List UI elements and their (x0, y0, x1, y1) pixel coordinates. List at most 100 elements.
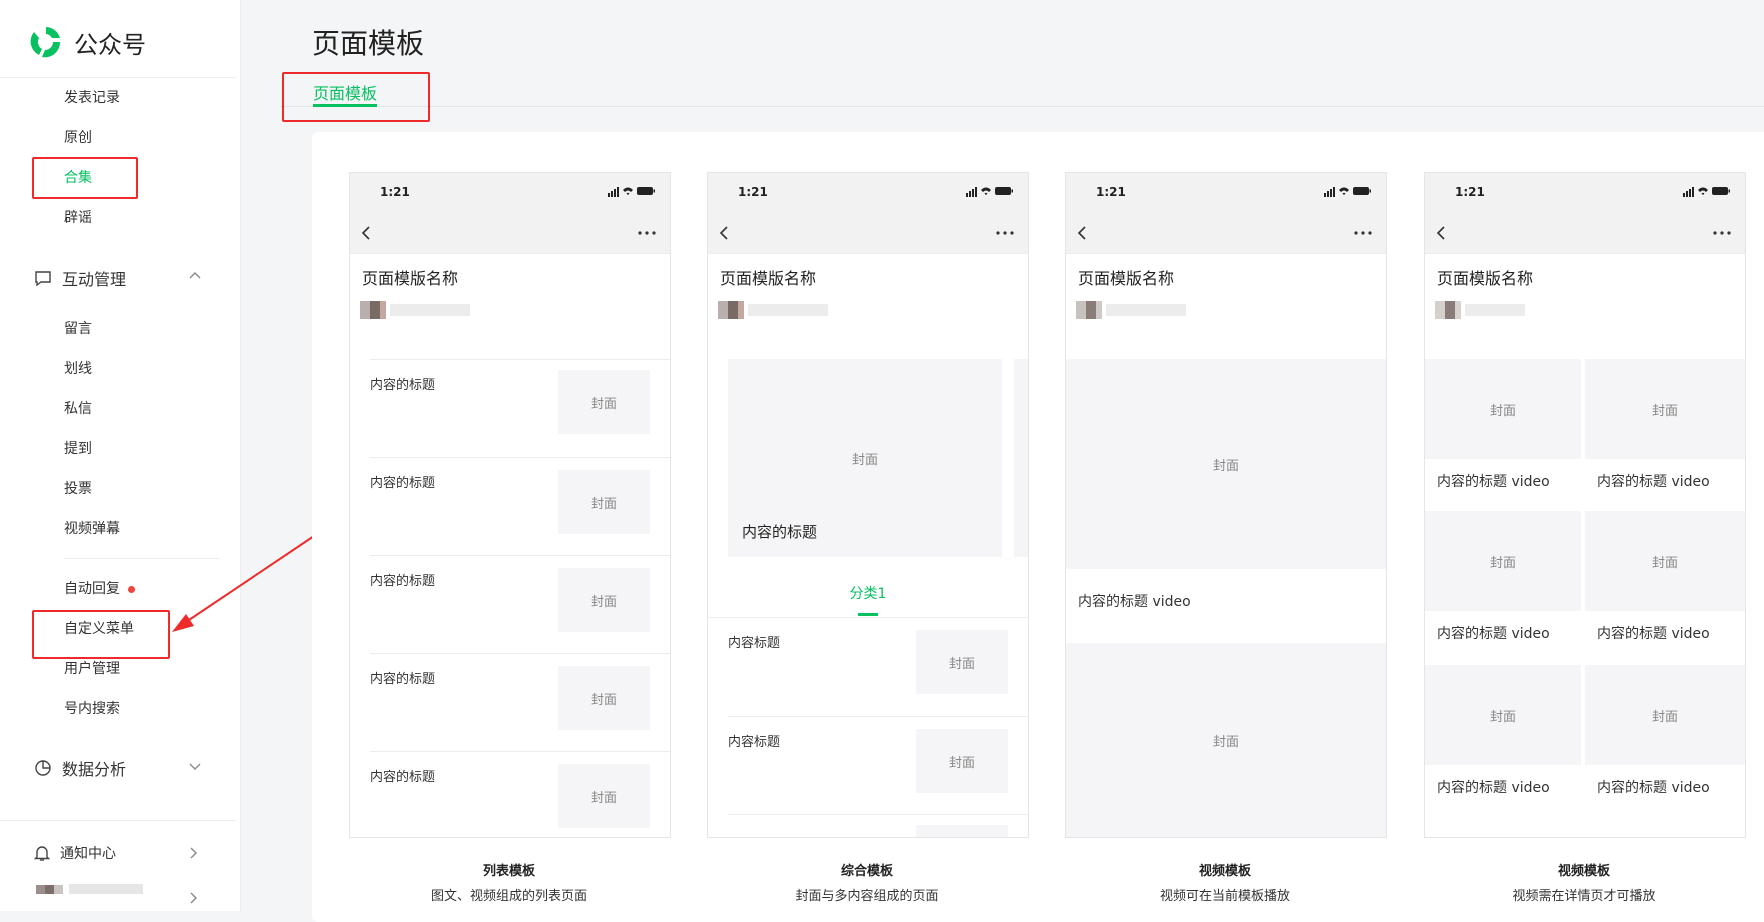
cover-placeholder: 封面 (916, 729, 1008, 793)
grid-cell-title: 内容的标题 video (1597, 780, 1710, 796)
template-card-comprehensive[interactable]: 1:21 页面模版名称 封面 内容的标题 分类1 内容标题 封面 内容标题 封面 (707, 172, 1029, 838)
status-time: 1:21 (380, 185, 410, 199)
sidebar-item-notification-center[interactable]: 通知中心 (34, 843, 116, 863)
template-caption-title: 综合模板 (840, 864, 893, 879)
grid-cover-placeholder[interactable]: 封面 (1425, 511, 1581, 611)
sidebar-item-votes[interactable]: 投票 (64, 479, 92, 499)
hero-title: 内容的标题 (742, 523, 818, 541)
list-item-title: 内容的标题 (370, 378, 436, 393)
phone-status-bar: 1:21 (1425, 173, 1745, 213)
template-caption-list: 列表模板 图文、视频组成的列表页面 (349, 860, 669, 904)
sidebar-group-interaction[interactable]: 互动管理 (34, 266, 126, 290)
video-cover-placeholder[interactable]: 封面 (1066, 359, 1386, 569)
phone-nav-bar (1425, 213, 1745, 254)
annotation-arrow (172, 531, 321, 632)
status-time: 1:21 (738, 185, 768, 199)
message-icon (35, 271, 51, 287)
cover-placeholder-partial (916, 825, 1008, 837)
template-card-video-inline[interactable]: 1:21 页面模版名称 封面 内容的标题 video 封面 (1065, 172, 1387, 838)
bell-icon (34, 846, 50, 861)
back-arrow-icon[interactable] (360, 225, 372, 241)
phone-status-bar: 1:21 (708, 173, 1028, 213)
sidebar-item-comments[interactable]: 留言 (64, 319, 92, 339)
grid-cover-placeholder[interactable]: 封面 (1585, 511, 1745, 611)
more-dots-icon[interactable] (1713, 231, 1731, 235)
author-avatar-blurred (718, 301, 828, 319)
phone-status-bar: 1:21 (350, 173, 670, 213)
category-tab-1[interactable]: 分类1 (708, 583, 1028, 603)
signal-wifi-battery-icon (1683, 187, 1730, 197)
chevron-right-icon[interactable] (188, 891, 198, 905)
grid-cover-placeholder[interactable]: 封面 (1585, 665, 1745, 765)
list-item-title: 内容的标题 (370, 672, 436, 687)
list-item-title: 内容的标题 (370, 770, 436, 785)
wechat-official-logo-icon (30, 27, 61, 58)
status-time: 1:21 (1096, 185, 1126, 199)
list-item[interactable]: 内容的标题 封面 (370, 457, 670, 556)
cover-placeholder: 封面 (916, 630, 1008, 694)
template-caption-video-inline: 视频模板 视频可在当前模板播放 (1065, 860, 1385, 904)
sidebar-item-highlights[interactable]: 划线 (64, 359, 92, 379)
list-item[interactable]: 内容的标题 封面 (370, 751, 670, 837)
logo[interactable]: 公众号 (28, 24, 146, 60)
grid-cover-placeholder[interactable]: 封面 (1585, 359, 1745, 459)
sidebar-item-mentions[interactable]: 提到 (64, 439, 92, 459)
more-dots-icon[interactable] (638, 231, 656, 235)
highlight-box-collection (32, 157, 138, 199)
chevron-up-icon[interactable] (188, 270, 202, 280)
page-title: 页面模板 (312, 27, 425, 60)
list-item[interactable]: 内容标题 封面 (728, 716, 1028, 815)
author-avatar-blurred (360, 301, 470, 319)
signal-wifi-battery-icon (608, 187, 655, 197)
sidebar-item-publish-records[interactable]: 发表记录 (64, 88, 120, 108)
chevron-down-icon[interactable] (188, 762, 202, 772)
template-caption-video-grid: 视频模板 视频需在详情页才可播放 (1424, 860, 1744, 904)
sidebar-item-messages[interactable]: 私信 (64, 399, 92, 419)
list-item[interactable]: 内容的标题 封面 (370, 653, 670, 752)
account-avatar-blurred[interactable] (36, 884, 143, 894)
video-title: 内容的标题 video (1078, 594, 1191, 610)
cover-placeholder: 封面 (558, 568, 650, 632)
template-caption-desc: 封面与多内容组成的页面 (795, 889, 939, 904)
cover-placeholder: 封面 (558, 470, 650, 534)
sidebar-item-user-management[interactable]: 用户管理 (64, 659, 120, 679)
sidebar-divider (0, 820, 236, 821)
sidebar-item-label: 通知中心 (60, 846, 116, 862)
sidebar-item-original[interactable]: 原创 (64, 128, 92, 148)
video-cover-placeholder[interactable]: 封面 (1066, 643, 1386, 837)
sidebar-item-auto-reply[interactable]: 自动回复 (64, 579, 135, 599)
sidebar-item-account-search[interactable]: 号内搜索 (64, 699, 120, 719)
template-card-list[interactable]: 1:21 页面模版名称 内容的标题 封面 内容的标题 封面 内容的标题 封面 内… (349, 172, 671, 838)
tab-bar (280, 106, 1764, 107)
list-item[interactable]: 内容的标题 封面 (370, 555, 670, 654)
cover-placeholder: 封面 (558, 666, 650, 730)
sidebar-group-analytics[interactable]: 数据分析 (34, 756, 126, 780)
template-card-video-grid[interactable]: 1:21 页面模版名称 封面 封面 内容的标题 video 内容的标题 vide… (1424, 172, 1746, 838)
list-item[interactable]: 内容的标题 封面 (370, 359, 670, 458)
back-arrow-icon[interactable] (1435, 225, 1447, 241)
more-dots-icon[interactable] (996, 231, 1014, 235)
chevron-right-icon[interactable] (188, 846, 198, 860)
sidebar-divider (0, 77, 236, 78)
more-dots-icon[interactable] (1354, 231, 1372, 235)
grid-cell-title: 内容的标题 video (1437, 780, 1550, 796)
back-arrow-icon[interactable] (718, 225, 730, 241)
grid-cover-placeholder[interactable]: 封面 (1425, 359, 1581, 459)
hero-cover-label: 封面 (851, 452, 878, 468)
template-page-name: 页面模版名称 (1437, 269, 1534, 288)
author-avatar-blurred (1435, 301, 1525, 319)
highlight-box-custom-menu (32, 610, 170, 659)
phone-status-bar: 1:21 (1066, 173, 1386, 213)
grid-cover-placeholder[interactable]: 封面 (1425, 665, 1581, 765)
list-item-title: 内容标题 (728, 636, 781, 651)
grid-cell-title: 内容的标题 video (1437, 474, 1550, 490)
grid-cell-title: 内容的标题 video (1597, 626, 1710, 642)
list-divider (728, 814, 1028, 815)
template-page-name: 页面模版名称 (1078, 269, 1175, 288)
signal-wifi-battery-icon (966, 187, 1013, 197)
list-item[interactable]: 内容标题 封面 (728, 618, 1028, 716)
sidebar-item-video-danmaku[interactable]: 视频弹幕 (64, 519, 120, 539)
sidebar-item-rumor[interactable]: 辟谣 (64, 208, 92, 228)
back-arrow-icon[interactable] (1076, 225, 1088, 241)
cover-placeholder: 封面 (558, 370, 650, 434)
